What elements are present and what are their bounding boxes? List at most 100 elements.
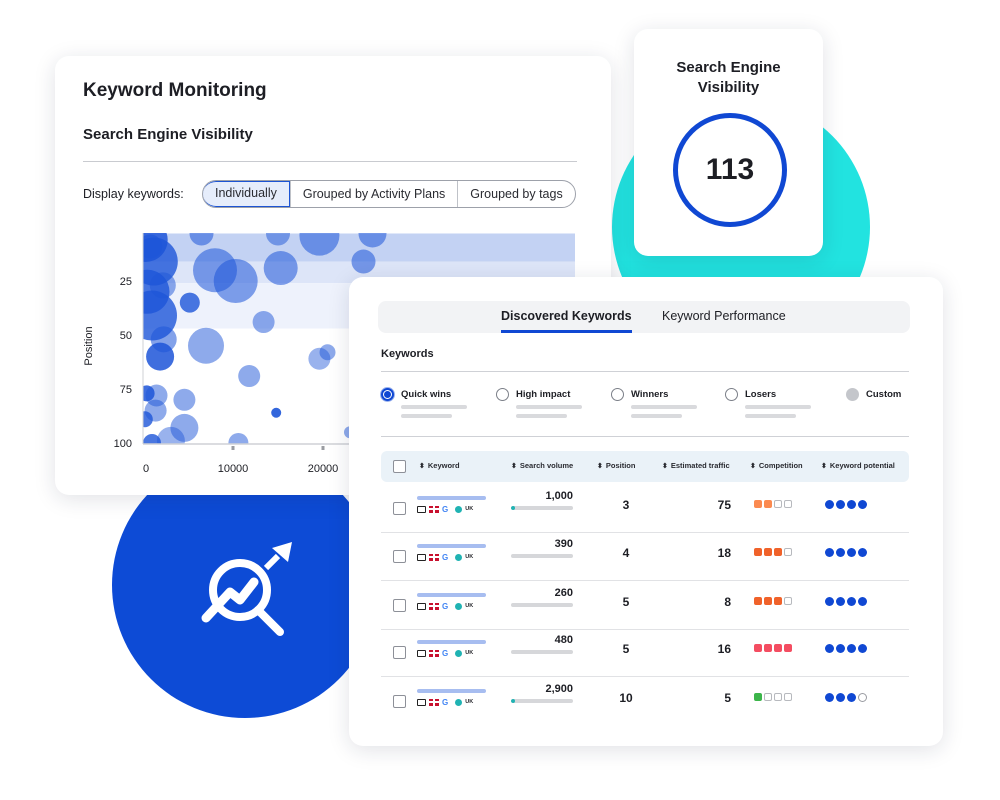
chart-bubble[interactable]	[263, 251, 298, 286]
chart-bubble[interactable]	[156, 426, 185, 455]
chart-bubble[interactable]	[189, 221, 214, 246]
radio-button[interactable]	[496, 388, 509, 401]
placeholder-line	[631, 405, 697, 409]
filter-label: High impact	[516, 389, 571, 400]
chart-bubble[interactable]	[319, 344, 336, 361]
potential-dot-filled	[825, 548, 834, 557]
y-tick-label: 75	[120, 384, 132, 396]
tab-keyword-performance[interactable]: Keyword Performance	[662, 309, 786, 323]
x-tick-label: 0	[143, 463, 149, 475]
estimated-traffic-value: 75	[717, 498, 731, 512]
competition-indicator	[754, 693, 792, 701]
sort-icon: ⬍	[821, 463, 827, 470]
column-header-estimated-traffic[interactable]: ⬍ Estimated traffic	[662, 461, 730, 470]
radio-button[interactable]	[725, 388, 738, 401]
chart-bubble[interactable]	[358, 219, 387, 248]
competition-square-filled	[754, 693, 762, 701]
keyword-meta: G UK	[417, 504, 473, 514]
keyword-potential-indicator	[825, 548, 867, 557]
search-volume-value: 1,000	[545, 490, 573, 502]
divider	[381, 371, 909, 372]
row-checkbox[interactable]	[393, 695, 406, 708]
chart-bubble[interactable]	[228, 433, 249, 453]
chart-bubble[interactable]	[252, 311, 275, 334]
competition-square-empty	[784, 548, 792, 556]
keyword-placeholder	[417, 640, 486, 644]
keyword-meta: G UK	[417, 648, 473, 658]
competition-indicator	[754, 597, 792, 605]
chart-bubble[interactable]	[266, 221, 290, 246]
position-value: 3	[622, 498, 630, 512]
chart-bubble[interactable]	[179, 292, 200, 313]
table-header: ⬍ Keyword ⬍ Search volume ⬍ Position ⬍ Estim…	[381, 451, 909, 482]
potential-dot-filled	[858, 500, 867, 509]
table-row: G UK 260 5 8	[381, 581, 909, 630]
search-volume-bar	[511, 506, 573, 510]
competition-square-empty	[784, 693, 792, 701]
search-volume-value: 260	[554, 587, 573, 599]
desktop-icon	[417, 698, 426, 706]
uk-flag-icon	[429, 553, 439, 561]
discovered-keywords-card: Discovered Keywords Keyword Performance …	[349, 277, 943, 746]
chart-bubble[interactable]	[188, 327, 224, 364]
row-checkbox[interactable]	[393, 502, 406, 515]
locale-label: UK	[465, 506, 474, 512]
column-header-search-volume[interactable]: ⬍ Search volume	[511, 461, 573, 470]
column-header-keyword-potential[interactable]: ⬍ Keyword potential	[821, 461, 895, 470]
chart-bubble[interactable]	[238, 365, 261, 388]
uk-flag-icon	[429, 649, 439, 657]
chart-bubble[interactable]	[143, 434, 161, 452]
potential-dot-filled	[825, 597, 834, 606]
chart-bubble[interactable]	[299, 216, 340, 256]
google-icon: G	[442, 504, 449, 514]
chart-bubble[interactable]	[213, 259, 258, 303]
estimated-traffic-value: 16	[717, 642, 731, 656]
desktop-icon	[417, 553, 426, 561]
estimated-traffic-value: 8	[724, 595, 731, 609]
keyword-placeholder	[417, 689, 486, 693]
chart-bubble[interactable]	[149, 272, 176, 299]
competition-square-filled	[774, 597, 782, 605]
divider	[381, 436, 909, 437]
potential-dot-filled	[825, 500, 834, 509]
competition-square-filled	[764, 548, 772, 556]
potential-dot-filled	[858, 644, 867, 653]
row-checkbox[interactable]	[393, 550, 406, 563]
chart-bubble[interactable]	[138, 234, 163, 259]
row-checkbox[interactable]	[393, 599, 406, 612]
tab-discovered-keywords[interactable]: Discovered Keywords	[501, 309, 632, 333]
search-volume-bar	[511, 554, 573, 558]
keyword-placeholder	[417, 496, 486, 500]
competition-square-filled	[764, 644, 772, 652]
placeholder-line	[516, 414, 567, 418]
chart-bubble[interactable]	[351, 249, 376, 274]
table-row: G UK 480 5 16	[381, 628, 909, 677]
potential-dot-filled	[836, 548, 845, 557]
radio-button[interactable]	[611, 388, 624, 401]
competition-square-filled	[754, 548, 762, 556]
search-volume-fill	[511, 699, 516, 703]
search-volume-bar	[511, 650, 573, 654]
column-header-competition[interactable]: ⬍ Competition	[750, 461, 803, 470]
tab-label: Keyword Performance	[662, 309, 786, 323]
chart-bubble[interactable]	[146, 342, 175, 371]
chart-bubble[interactable]	[173, 388, 196, 411]
radio-button[interactable]	[846, 388, 859, 401]
chart-bubble[interactable]	[137, 411, 153, 428]
radio-button[interactable]	[381, 388, 394, 401]
chart-bubble[interactable]	[271, 407, 282, 418]
keyword-placeholder	[417, 544, 486, 548]
potential-dot-filled	[858, 548, 867, 557]
placeholder-line	[516, 405, 582, 409]
column-header-position[interactable]: ⬍ Position	[597, 461, 635, 470]
column-header-keyword[interactable]: ⬍ Keyword	[419, 461, 460, 470]
competition-square-empty	[774, 500, 782, 508]
placeholder-line	[631, 414, 682, 418]
row-checkbox[interactable]	[393, 646, 406, 659]
y-axis-label: Position	[83, 326, 95, 365]
competition-square-filled	[754, 597, 762, 605]
select-all-checkbox[interactable]	[393, 460, 406, 473]
competition-indicator	[754, 548, 792, 556]
globe-icon	[455, 505, 463, 513]
uk-flag-icon	[429, 602, 439, 610]
